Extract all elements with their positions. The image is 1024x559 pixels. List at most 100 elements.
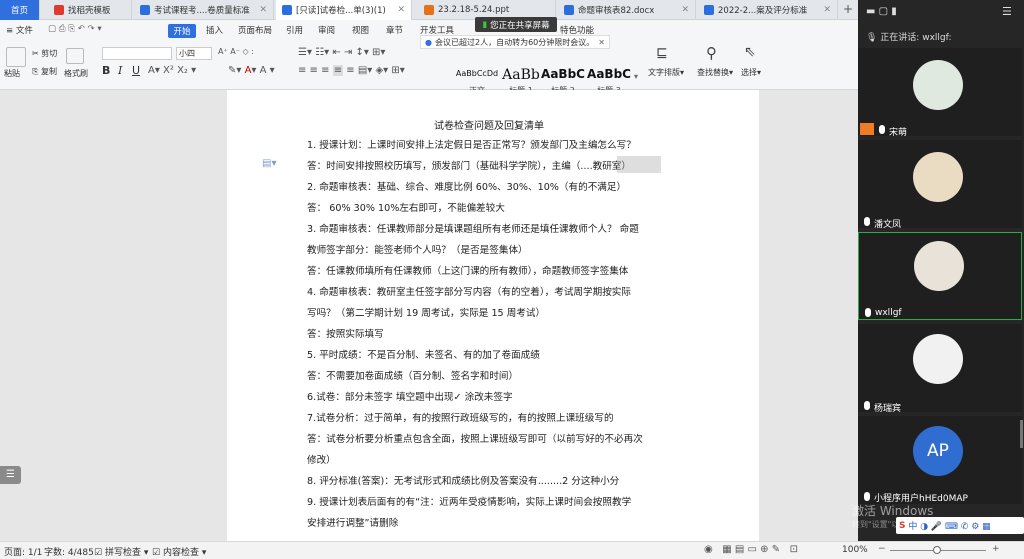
paste-icon[interactable]: [6, 47, 26, 67]
close-tab-icon[interactable]: ✕: [397, 5, 405, 15]
font-effect-icons[interactable]: A▾ X² X₂ ▾: [148, 65, 196, 76]
align-icons[interactable]: ≡ ≡ ≡ ≡ ≡ ▤▾ ◈▾ ⊞▾: [298, 65, 405, 76]
search-icon[interactable]: ⚲: [706, 44, 717, 62]
host-icon: [860, 123, 874, 135]
spell-check-toggle[interactable]: ☑ 拼写检查 ▾: [94, 545, 148, 558]
word-count[interactable]: 字数: 4/485: [44, 545, 94, 558]
tab-doc-exam-standard[interactable]: 考试课程考....卷质量标准 ✕: [134, 0, 274, 20]
ribbon-toolbar: ≡ 文件 ▢ ⎙ ⎘ ↶ ↷ ▾ 开始 插入 页面布局 引用 审阅 视图 章节 …: [0, 20, 858, 95]
document-tab-bar: 首页 找稻壳模板 考试课程考....卷质量标准 ✕ [只读]试卷检...单(3)(…: [0, 0, 858, 20]
page-indicator[interactable]: 页面: 1/1: [4, 545, 42, 558]
close-tab-icon[interactable]: ✕: [823, 5, 831, 15]
font-size-select[interactable]: 小四: [176, 47, 212, 60]
avatar: [913, 60, 963, 110]
format-painter-button[interactable]: 格式刷: [64, 68, 88, 79]
word-doc-icon: [140, 5, 150, 15]
font-name-select[interactable]: [102, 47, 172, 60]
zoom-in-icon[interactable]: +: [992, 544, 1000, 554]
avatar: AP: [913, 426, 963, 476]
mic-icon: [864, 492, 870, 501]
tab-doc-checklist[interactable]: [只读]试卷检...单(3)(1) ✕: [276, 0, 412, 20]
file-menu[interactable]: ≡ 文件: [6, 24, 33, 36]
zoom-level[interactable]: 100%: [842, 545, 868, 555]
participant-card[interactable]: AP 小程序用户hHEd0MAP: [858, 416, 1022, 504]
list-icons[interactable]: ☰▾ ☷▾ ⇤ ⇥ ↕▾ ⊞▾: [298, 47, 385, 58]
bold-button[interactable]: B: [102, 64, 110, 77]
text-layout-button[interactable]: 文字排版▾: [648, 67, 684, 78]
view-mode-icons[interactable]: ◉ ▦ ▤ ▭ ⊕ ✎ ⊡: [704, 544, 798, 555]
tab-view[interactable]: 视图: [352, 24, 369, 36]
mic-icon: [879, 125, 885, 134]
avatar: [914, 241, 964, 291]
doc-line: 9. 授课计划表后面有的有“注：近两年受疫情影响，实际上课时间会按照教学: [307, 497, 632, 508]
doc-line: 1. 授课计划：上课时间安排上法定假日是否正常写？颁发部门及主编怎么写？: [307, 140, 636, 151]
close-notice-icon[interactable]: ✕: [598, 38, 605, 47]
tab-template[interactable]: 找稻壳模板: [48, 0, 132, 20]
zoom-slider-handle[interactable]: [933, 546, 941, 554]
text-layout-icon[interactable]: ⊑: [656, 45, 668, 61]
italic-button[interactable]: I: [118, 64, 122, 77]
find-replace-button[interactable]: 查找替换▾: [697, 67, 733, 78]
wps-icon: [54, 5, 64, 15]
tab-references[interactable]: 引用: [286, 24, 303, 36]
quick-access-icons[interactable]: ▢ ⎙ ⎘ ↶ ↷ ▾: [48, 24, 102, 34]
new-tab-icon[interactable]: +: [843, 2, 853, 16]
doc-line: 答：不需要加卷面成绩（百分制、签名字和时间）: [307, 371, 519, 382]
close-tab-icon[interactable]: ✕: [259, 5, 267, 15]
cursor-icon[interactable]: ⇖: [744, 44, 756, 60]
doc-line: 8. 评分标准(答案)：无考试形式和成绩比例及答案没有........2 分这种…: [307, 476, 620, 487]
ppt-icon: [424, 5, 434, 15]
meeting-notice: ● 会议已超过2人，自动转为60分钟限时会议。 ✕: [420, 35, 610, 49]
zoom-out-icon[interactable]: −: [878, 544, 886, 554]
font-size-grow-icons[interactable]: A⁺ A⁻ ◇ ꞉: [218, 47, 254, 56]
tab-review[interactable]: 审阅: [318, 24, 335, 36]
speaking-indicator: 🎙 正在讲话: wxllgf:: [866, 33, 952, 43]
participant-card[interactable]: 潘文凤: [858, 140, 1022, 230]
participant-card[interactable]: 宋萌: [858, 48, 1022, 138]
font-color-icon[interactable]: A: [245, 65, 252, 76]
doc-line: 教师签字部分：能签老师个人吗？（是否是签集体）: [307, 245, 528, 256]
tab-doc-scoring[interactable]: 2022-2...案及评分标准 ✕: [698, 0, 838, 20]
navigation-pane-icon[interactable]: ☰: [0, 466, 21, 484]
doc-line: 7.试卷分析：过于简单，有的按照行政班级写的，有的按照上课班级写的: [307, 413, 614, 424]
paste-button[interactable]: 粘贴: [4, 68, 20, 79]
screen-share-banner[interactable]: ▮ 您正在共享屏幕: [475, 17, 557, 32]
ime-toolbar[interactable]: S 中 ◑ 🎤 ⌨ ✆ ⚙ ▦: [896, 517, 1024, 534]
doc-line: 答：试卷分析要分析重点包含全面，按照上课班级写即可（以前写好的不必再次: [307, 434, 643, 445]
window-controls-icons[interactable]: ▬ ▢ ▮: [866, 6, 897, 17]
close-tab-icon[interactable]: ✕: [681, 5, 689, 15]
copy-button[interactable]: ⎘ 复制: [32, 66, 57, 77]
paragraph-marker-icon[interactable]: ▤▾: [262, 158, 276, 169]
status-bar: 页面: 1/1 字数: 4/485 ☑ 拼写检查 ▾ ☑ 内容检查 ▾ ◉ ▦ …: [0, 541, 1024, 559]
styles-more-icon[interactable]: ▾: [634, 72, 638, 81]
doc-line: 答：时间安排按照校历填写，颁发部门（基础科学学院），主编（....教研室）: [307, 161, 631, 172]
avatar: [913, 152, 963, 202]
scrollbar-thumb[interactable]: [1020, 420, 1023, 448]
font-color-icons[interactable]: ✎▾ A▾ A ▾: [228, 65, 275, 76]
select-button[interactable]: 选择▾: [741, 67, 761, 78]
doc-line: 3. 命题审核表：任课教师部分是填课题组所有老师还是填任课教师个人？ 命题: [307, 224, 639, 235]
participant-card-active[interactable]: wxllgf: [858, 232, 1022, 320]
tab-doc-review-form[interactable]: 命题审核表82.docx ✕: [558, 0, 696, 20]
tab-insert[interactable]: 插入: [206, 24, 223, 36]
doc-line: 4. 命题审核表：教研室主任签字部分写内容（有的空着），考试周学期按实际: [307, 287, 631, 298]
underline-button[interactable]: U: [132, 64, 140, 77]
menu-icon[interactable]: ☰: [1002, 5, 1012, 18]
doc-line: 修改）: [307, 455, 336, 466]
doc-line: 2. 命题审核表：基础、综合、难度比例 60%、30%、10%（有的不满足）: [307, 182, 627, 193]
format-painter-icon[interactable]: [66, 48, 84, 64]
word-doc-icon: [564, 5, 574, 15]
participant-card[interactable]: 杨瑞宾: [858, 324, 1022, 414]
signal-icon: ▮: [482, 19, 488, 30]
tab-home[interactable]: 首页: [0, 0, 40, 20]
tab-page-layout[interactable]: 页面布局: [238, 24, 272, 36]
doc-line: 答：按照实际填写: [307, 329, 384, 340]
mic-icon: [864, 401, 870, 410]
sogou-icon: S: [899, 520, 906, 531]
cut-button[interactable]: ✂ 剪切: [32, 48, 57, 59]
selection-highlight: [617, 156, 661, 173]
doc-line: 5. 平时成绩：不是百分制、未签名、有的加了卷面成绩: [307, 350, 540, 361]
content-check-toggle[interactable]: ☑ 内容检查 ▾: [152, 545, 206, 558]
tab-section[interactable]: 章节: [386, 24, 403, 36]
tab-start[interactable]: 开始: [168, 24, 196, 38]
